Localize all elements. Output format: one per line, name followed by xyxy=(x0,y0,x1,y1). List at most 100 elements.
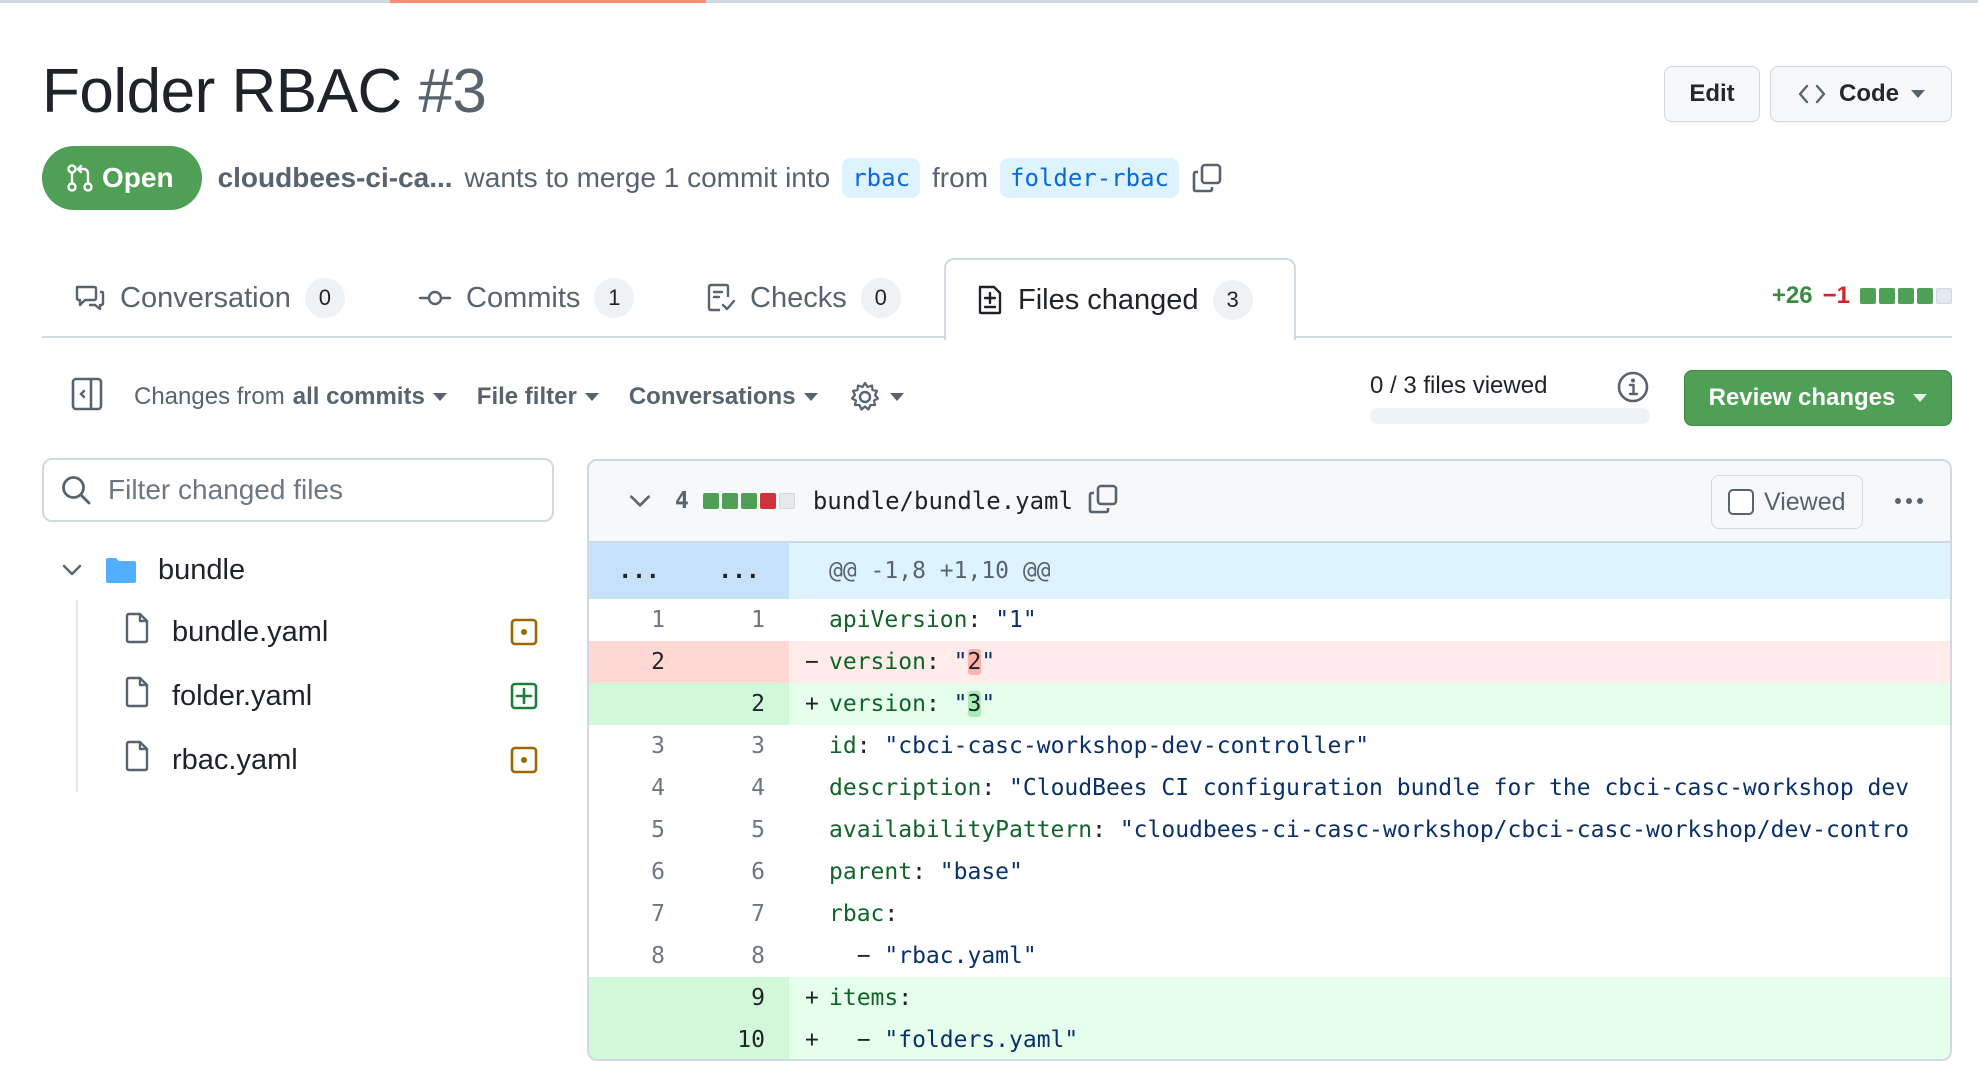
old-line-number[interactable]: 3 xyxy=(589,725,689,767)
diff-file-header: 4 bundle/bundle.yaml Viewed xyxy=(589,461,1950,543)
yaml-separator: : xyxy=(925,691,954,717)
edit-button[interactable]: Edit xyxy=(1664,66,1760,122)
new-line-number[interactable]: 1 xyxy=(689,599,789,641)
expand-old[interactable]: ... xyxy=(589,543,689,599)
diff-line-add: 2 + version: "3" xyxy=(589,683,1950,725)
yaml-key: items xyxy=(829,985,899,1011)
diffstat-block-neutral xyxy=(1936,288,1952,304)
tab-counter: 0 xyxy=(304,278,345,318)
line-code: − version: "2" xyxy=(789,641,1950,683)
changed-token: 2 xyxy=(967,649,982,675)
chevron-down-icon xyxy=(62,564,82,576)
chevron-down-icon[interactable] xyxy=(627,488,653,514)
diff-sign: + xyxy=(805,985,819,1011)
old-line-number[interactable]: 1 xyxy=(589,599,689,641)
yaml-value: "2" xyxy=(953,649,996,675)
new-line-number[interactable] xyxy=(689,641,789,683)
sidebar-toggle-icon[interactable] xyxy=(70,376,104,419)
yaml-separator: : xyxy=(981,775,1010,801)
viewed-checkbox[interactable]: Viewed xyxy=(1711,475,1863,529)
comment-discussion-icon xyxy=(75,285,105,311)
review-changes-button[interactable]: Review changes xyxy=(1684,370,1952,426)
yaml-value: "cloudbees-ci-casc-workshop/cbci-casc-wo… xyxy=(1119,817,1910,843)
merge-text: wants to merge 1 commit into xyxy=(464,162,831,193)
diff-line-add: 10 + − "folders.yaml" xyxy=(589,1019,1950,1059)
files-viewed-bar xyxy=(1370,408,1650,424)
yaml-separator: − xyxy=(829,1027,885,1053)
file-modified-icon xyxy=(510,618,538,654)
diffstat-block-added xyxy=(721,493,738,509)
yaml-separator: : xyxy=(856,733,885,759)
new-line-number[interactable]: 8 xyxy=(689,935,789,977)
tree-folder-bundle[interactable]: bundle xyxy=(42,540,554,600)
new-line-number[interactable]: 5 xyxy=(689,809,789,851)
conversations-dropdown[interactable]: Conversations xyxy=(629,383,818,411)
files-toolbar: Changes from all commits File filter Con… xyxy=(70,372,904,422)
yaml-key: availabilityPattern xyxy=(829,817,1093,843)
page-title: Folder RBAC #3 xyxy=(42,56,487,127)
code-button[interactable]: Code xyxy=(1770,66,1952,122)
old-line-number[interactable]: 7 xyxy=(589,893,689,935)
tree-file-item[interactable]: rbac.yaml xyxy=(78,728,554,792)
file-icon xyxy=(124,676,150,716)
diffstat-block-neutral xyxy=(778,493,795,509)
more-options-icon[interactable] xyxy=(1889,481,1929,521)
tree-file-item[interactable]: folder.yaml xyxy=(78,664,554,728)
old-line-number[interactable]: 2 xyxy=(589,641,689,683)
expand-new[interactable]: ... xyxy=(689,543,789,599)
old-line-number[interactable] xyxy=(589,977,689,1019)
chevron-down-icon xyxy=(889,393,904,401)
tab-label: Checks xyxy=(750,281,847,314)
old-line-number[interactable] xyxy=(589,683,689,725)
new-line-number[interactable]: 9 xyxy=(689,977,789,1019)
head-branch[interactable]: folder-rbac xyxy=(1000,158,1179,198)
new-line-number[interactable]: 10 xyxy=(689,1019,789,1059)
file-filter-dropdown[interactable]: File filter xyxy=(477,383,599,411)
new-line-number[interactable]: 3 xyxy=(689,725,789,767)
diff-file-path[interactable]: bundle/bundle.yaml xyxy=(813,487,1073,515)
old-line-number[interactable]: 5 xyxy=(589,809,689,851)
code-button-label: Code xyxy=(1839,80,1899,107)
diffstat-block-added xyxy=(1917,288,1933,304)
tab-counter: 0 xyxy=(860,278,901,318)
tab-checks[interactable]: Checks 0 xyxy=(690,258,917,338)
diff-line-del: 2− version: "2" xyxy=(589,641,1950,683)
author-link[interactable]: cloudbees-ci-ca... xyxy=(218,162,453,194)
line-code: rbac: xyxy=(789,893,1950,935)
deletions-count: −1 xyxy=(1822,282,1850,309)
filter-files-input[interactable] xyxy=(108,474,528,506)
tab-conversation[interactable]: Conversation 0 xyxy=(58,258,361,338)
diff-line-ctx: 3 3 id: "cbci-casc-workshop-dev-controller… xyxy=(589,725,1950,767)
new-line-number[interactable]: 4 xyxy=(689,767,789,809)
old-line-number[interactable] xyxy=(589,1019,689,1059)
status-badge: Open xyxy=(42,146,202,210)
new-line-number[interactable]: 7 xyxy=(689,893,789,935)
hunk-text: @@ -1,8 +1,10 @@ xyxy=(829,558,1051,584)
tab-files-changed[interactable]: Files changed 3 xyxy=(944,258,1296,340)
old-line-number[interactable]: 8 xyxy=(589,935,689,977)
status-label: Open xyxy=(102,162,174,193)
base-branch[interactable]: rbac xyxy=(842,158,921,198)
tree-file-item[interactable]: bundle.yaml xyxy=(78,600,554,664)
new-line-number[interactable]: 2 xyxy=(689,683,789,725)
diff-line-ctx: 4 4 description: "CloudBees CI configurati… xyxy=(589,767,1950,809)
copy-icon[interactable] xyxy=(1191,162,1223,194)
chevron-down-icon xyxy=(803,393,818,401)
diff-line-ctx: 88 − "rbac.yaml" xyxy=(589,935,1950,977)
old-line-number[interactable]: 4 xyxy=(589,767,689,809)
copy-icon[interactable] xyxy=(1087,483,1119,520)
new-line-number[interactable]: 6 xyxy=(689,851,789,893)
changes-from-dropdown[interactable]: Changes from all commits xyxy=(134,383,447,411)
settings-dropdown[interactable] xyxy=(848,380,904,414)
file-name: folder.yaml xyxy=(172,679,313,712)
line-code: apiVersion: "1" xyxy=(789,599,1950,641)
line-code: + − "folders.yaml" xyxy=(789,1019,1950,1059)
info-icon[interactable] xyxy=(1616,370,1650,409)
tab-commits[interactable]: Commits 1 xyxy=(402,258,650,338)
line-code: − "rbac.yaml" xyxy=(789,935,1950,977)
yaml-value: "base" xyxy=(939,859,1023,885)
hunk-header: ... ... @@ -1,8 +1,10 @@ xyxy=(589,543,1950,599)
old-line-number[interactable]: 6 xyxy=(589,851,689,893)
line-code: parent: "base" xyxy=(789,851,1950,893)
files-viewed-label: 0 / 3 files viewed xyxy=(1370,372,1548,399)
